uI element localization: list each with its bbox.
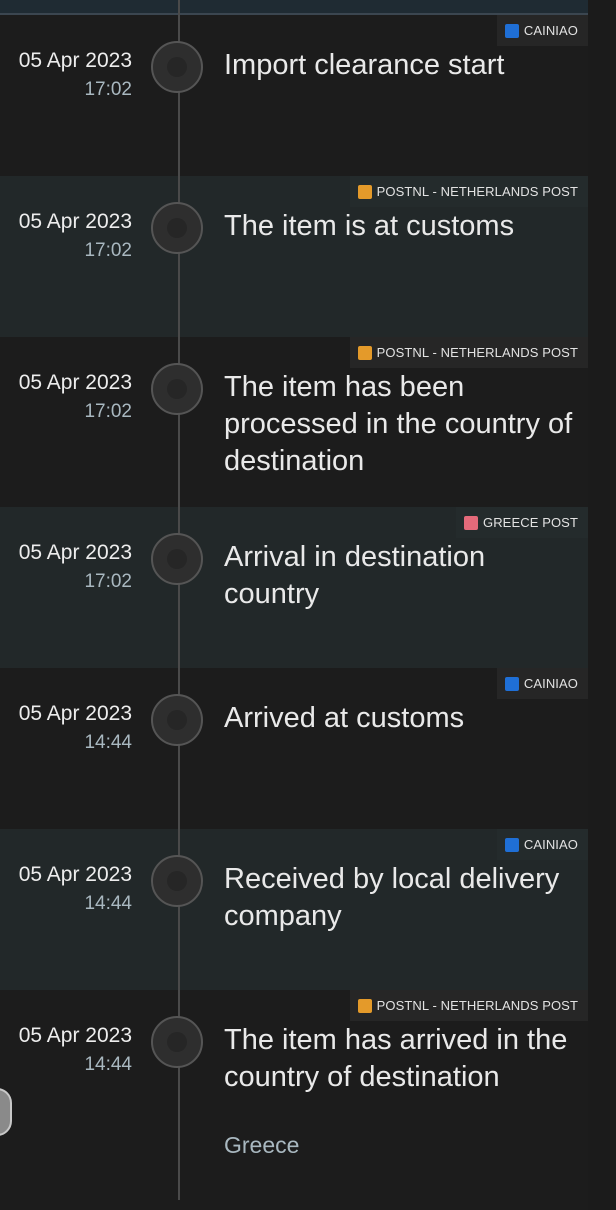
timeline-dot (151, 855, 203, 907)
event-title: Import clearance start (224, 49, 505, 81)
event-title: Arrival in destination country (224, 541, 486, 610)
event-time: 14:44 (84, 1054, 132, 1075)
timeline-dot (151, 694, 203, 746)
event-title: The item is at customs (224, 210, 515, 242)
timeline-event: CAINIAO 05 Apr 2023 17:02 Import clearan… (0, 15, 588, 176)
carrier-badge: CAINIAO (496, 829, 588, 860)
event-date: 05 Apr 2023 (18, 702, 132, 725)
timeline-dot (151, 533, 203, 585)
postnl-logo-icon (357, 998, 372, 1013)
event-location: Greece (224, 1132, 300, 1158)
event-title: The item has been processed in the count… (224, 371, 573, 477)
cainiao-logo-icon (504, 837, 519, 852)
timeline-event: POSTNL - NETHERLANDS POST 05 Apr 2023 17… (0, 176, 588, 337)
timeline-event: POSTNL - NETHERLANDS POST 05 Apr 2023 17… (0, 337, 588, 507)
event-date: 05 Apr 2023 (18, 371, 132, 394)
carrier-name: CAINIAO (523, 837, 578, 852)
postnl-logo-icon (357, 184, 372, 199)
postnl-logo-icon (357, 345, 372, 360)
carrier-name: POSTNL - NETHERLANDS POST (376, 998, 578, 1013)
event-date: 05 Apr 2023 (18, 863, 132, 886)
carrier-badge: POSTNL - NETHERLANDS POST (349, 337, 588, 368)
timeline-event: POSTNL - NETHERLANDS POST 05 Apr 2023 14… (0, 990, 588, 1210)
carrier-badge: POSTNL - NETHERLANDS POST (349, 990, 588, 1021)
carrier-name: POSTNL - NETHERLANDS POST (376, 184, 578, 199)
timeline-event: GREECE POST 05 Apr 2023 17:02 Arrival in… (0, 507, 588, 668)
cainiao-logo-icon (504, 23, 519, 38)
timeline-dot (151, 202, 203, 254)
timeline-dot (151, 1016, 203, 1068)
event-time: 14:44 (84, 893, 132, 914)
carrier-badge: CAINIAO (496, 15, 588, 46)
top-bar (0, 0, 588, 15)
carrier-name: POSTNL - NETHERLANDS POST (376, 345, 578, 360)
event-title: Arrived at customs (224, 702, 465, 734)
event-time: 17:02 (84, 401, 132, 422)
event-title: Received by local delivery company (224, 863, 560, 932)
cainiao-logo-icon (504, 676, 519, 691)
event-date: 05 Apr 2023 (18, 49, 132, 72)
event-date: 05 Apr 2023 (18, 541, 132, 564)
event-date: 05 Apr 2023 (18, 1024, 132, 1047)
event-time: 17:02 (84, 79, 132, 100)
right-edge (588, 0, 616, 1200)
event-time: 14:44 (84, 732, 132, 753)
timeline-dot (151, 363, 203, 415)
greece-post-logo-icon (463, 515, 478, 530)
carrier-name: GREECE POST (482, 515, 578, 530)
timeline-event: CAINIAO 05 Apr 2023 14:44 Received by lo… (0, 829, 588, 990)
carrier-name: CAINIAO (523, 23, 578, 38)
timeline-dot (151, 41, 203, 93)
carrier-badge: CAINIAO (496, 668, 588, 699)
event-date: 05 Apr 2023 (18, 210, 132, 233)
tracking-timeline: CAINIAO 05 Apr 2023 17:02 Import clearan… (0, 15, 588, 1210)
timeline-event: CAINIAO 05 Apr 2023 14:44 Arrived at cus… (0, 668, 588, 829)
carrier-badge: POSTNL - NETHERLANDS POST (349, 176, 588, 207)
carrier-name: CAINIAO (523, 676, 578, 691)
event-title: The item has arrived in the country of d… (224, 1024, 568, 1093)
event-time: 17:02 (84, 240, 132, 261)
carrier-badge: GREECE POST (455, 507, 588, 538)
event-time: 17:02 (84, 571, 132, 592)
